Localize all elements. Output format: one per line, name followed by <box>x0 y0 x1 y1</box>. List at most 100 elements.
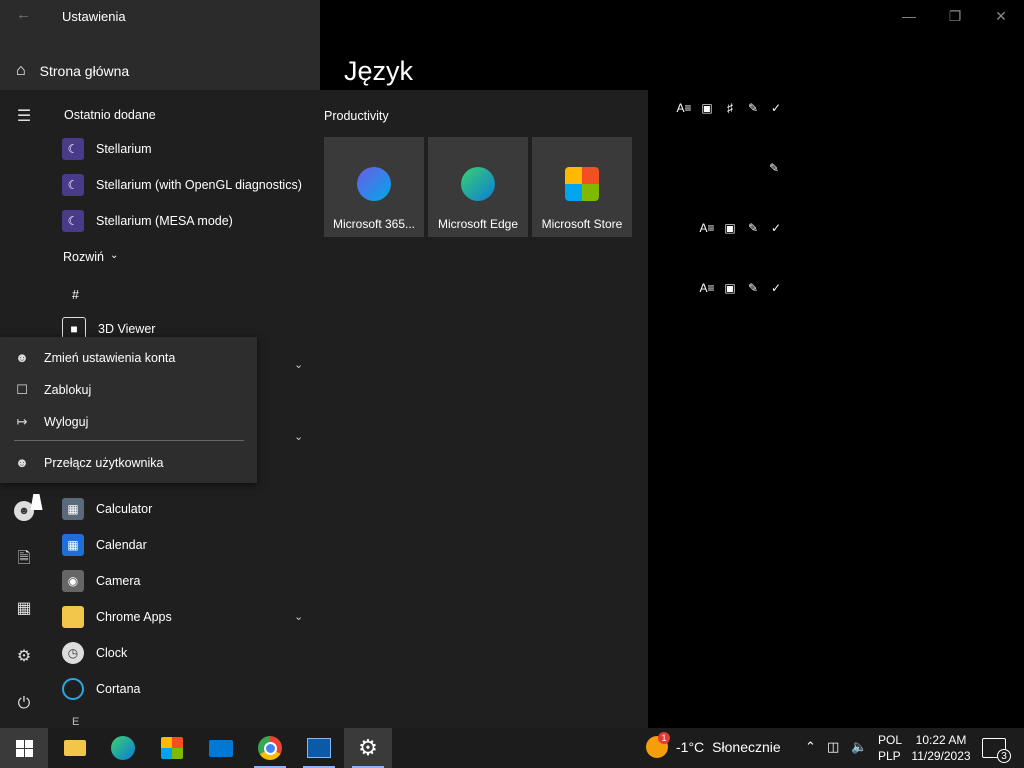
letter-header-hash[interactable]: # <box>72 288 79 302</box>
notification-count: 3 <box>997 749 1011 763</box>
chevron-down-icon[interactable]: ⌄ <box>294 430 303 443</box>
app-taskbar-button[interactable] <box>295 728 343 768</box>
network-icon[interactable]: ◫ <box>827 739 839 755</box>
input-language-indicator[interactable]: POL PLP <box>878 732 902 764</box>
menu-label: Zmień ustawienia konta <box>44 350 176 365</box>
clock-icon: ◷ <box>62 642 84 664</box>
window-title: Ustawienia <box>62 9 126 24</box>
documents-icon[interactable]: 🗎 <box>0 540 48 580</box>
menu-label: Przełącz użytkownika <box>44 455 164 470</box>
store-taskbar-button[interactable] <box>148 728 196 768</box>
cortana-icon <box>62 678 84 700</box>
power-icon[interactable]: ⏻ <box>0 684 48 724</box>
microphone-icon: ♯ <box>727 101 733 115</box>
change-account-settings-item[interactable]: ☻ Zmień ustawienia konta <box>14 350 175 365</box>
edge-taskbar-button[interactable] <box>99 728 147 768</box>
weather-badge: 1 <box>658 732 670 744</box>
app-calculator[interactable]: ▦ Calculator <box>62 495 152 523</box>
weather-description: Słonecznie <box>712 739 781 755</box>
text-to-speech-icon: ▣ <box>701 101 713 115</box>
app-cortana[interactable]: Cortana <box>62 675 140 703</box>
handwriting-icon: ✎ <box>747 221 759 235</box>
camera-icon: ◉ <box>62 570 84 592</box>
app-label: Calculator <box>96 502 153 516</box>
switch-user-item[interactable]: ☻ Przełącz użytkownika <box>14 455 164 470</box>
keyboard-layout: PLP <box>878 749 901 763</box>
language-features-row-3[interactable]: A≡ ▣ ✎ ✓ <box>699 221 784 235</box>
weather-sun-icon: 1 <box>646 732 670 758</box>
tile-microsoft-edge[interactable]: Microsoft Edge <box>428 137 528 237</box>
account-flyout: ☻ Zmień ustawienia konta ☐ Zablokuj ↦ Wy… <box>0 337 257 483</box>
tile-microsoft-365[interactable]: Microsoft 365... <box>324 137 424 237</box>
edge-icon <box>461 167 495 201</box>
chevron-down-icon: ⌄ <box>110 250 119 261</box>
language-features-row-1[interactable]: A≡ ▣ ♯ ✎ ✓ <box>676 101 784 115</box>
window-app-icon <box>307 738 331 758</box>
expand-label: Rozwiń <box>63 250 104 264</box>
hamburger-menu-icon[interactable]: ☰ <box>0 96 48 136</box>
pictures-icon[interactable]: ▦ <box>0 588 48 628</box>
app-camera[interactable]: ◉ Camera <box>62 567 140 595</box>
file-explorer-button[interactable] <box>51 728 99 768</box>
settings-home-label: Strona główna <box>39 63 130 79</box>
text-to-speech-icon: ▣ <box>724 281 736 295</box>
app-stellarium[interactable]: ☾ Stellarium <box>62 135 152 163</box>
language-features-row-2[interactable]: ✎ <box>766 161 782 175</box>
language-code: POL <box>878 733 903 747</box>
stellarium-icon: ☾ <box>62 210 84 232</box>
app-stellarium-opengl[interactable]: ☾ Stellarium (with OpenGL diagnostics) <box>62 171 302 199</box>
tile-label: Microsoft 365... <box>332 217 416 231</box>
restore-icon[interactable]: ❐ <box>935 4 975 28</box>
weather-widget[interactable]: 1 -1°C Słonecznie <box>646 732 781 758</box>
settings-gear-icon[interactable]: ⚙ <box>0 636 48 676</box>
expand-button[interactable]: Rozwiń ⌄ <box>63 250 118 264</box>
app-stellarium-mesa[interactable]: ☾ Stellarium (MESA mode) <box>62 207 233 235</box>
font-icon: A≡ <box>699 281 715 295</box>
mail-taskbar-button[interactable] <box>197 728 245 768</box>
lock-item[interactable]: ☐ Zablokuj <box>14 382 91 398</box>
chevron-down-icon[interactable]: ⌄ <box>294 610 303 623</box>
store-icon <box>565 167 599 201</box>
clock-time: 10:22 AM <box>915 733 967 747</box>
app-label: Cortana <box>96 682 141 696</box>
minimize-icon[interactable]: — <box>889 4 929 28</box>
clock-area[interactable]: 10:22 AM 11/29/2023 <box>910 732 972 764</box>
app-clock[interactable]: ◷ Clock <box>62 639 127 667</box>
notification-center-icon[interactable]: 3 <box>982 738 1011 763</box>
clock-date: 11/29/2023 <box>911 749 971 763</box>
app-label: Calendar <box>96 538 147 552</box>
close-icon[interactable]: ✕ <box>981 4 1021 28</box>
volume-muted-icon[interactable]: 🔈 <box>851 739 867 755</box>
settings-taskbar-button[interactable]: ⚙ <box>344 728 392 768</box>
start-button[interactable] <box>0 728 48 768</box>
chrome-taskbar-button[interactable] <box>246 728 294 768</box>
folder-icon <box>62 606 84 628</box>
language-features-row-4[interactable]: A≡ ▣ ✎ ✓ <box>699 281 784 295</box>
stellarium-icon: ☾ <box>62 174 84 196</box>
app-chrome-apps[interactable]: Chrome Apps <box>62 603 172 631</box>
back-arrow-icon[interactable]: ← <box>16 6 31 23</box>
page-title: Język <box>344 56 414 86</box>
menu-divider <box>14 440 244 441</box>
microsoft-365-icon <box>357 167 391 201</box>
font-icon: A≡ <box>699 221 715 235</box>
settings-home-link[interactable]: ⌂ Strona główna <box>16 62 129 80</box>
chrome-icon <box>258 736 282 760</box>
tile-label: Microsoft Store <box>541 217 623 231</box>
chevron-down-icon[interactable]: ⌄ <box>294 358 303 371</box>
show-hidden-icons-chevron-icon[interactable]: ⌃ <box>805 739 816 755</box>
calculator-icon: ▦ <box>62 498 84 520</box>
sign-out-icon: ↦ <box>16 414 28 429</box>
app-label: Stellarium (MESA mode) <box>96 214 233 228</box>
app-label: 3D Viewer <box>98 322 156 336</box>
weather-temperature: -1°C <box>676 739 705 755</box>
app-calendar[interactable]: ▦ Calendar <box>62 531 147 559</box>
sign-out-item[interactable]: ↦ Wyloguj <box>14 414 89 430</box>
tile-microsoft-store[interactable]: Microsoft Store <box>532 137 632 237</box>
font-icon: A≡ <box>676 101 692 115</box>
letter-header-e[interactable]: E <box>72 716 79 728</box>
menu-label: Zablokuj <box>44 383 92 397</box>
folder-icon <box>64 740 86 756</box>
handwriting-icon: ✎ <box>747 101 759 115</box>
mail-icon <box>209 739 233 757</box>
